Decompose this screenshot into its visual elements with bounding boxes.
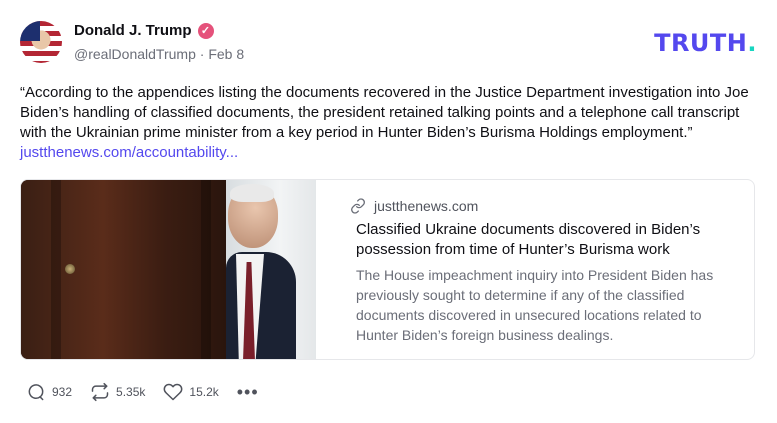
more-options-button[interactable]: ••• [236, 382, 259, 402]
link-description: The House impeachment inquiry into Presi… [356, 267, 714, 343]
link-domain-row: justthenews.com [350, 198, 478, 214]
link-preview-image [21, 180, 316, 359]
more-icon: ••• [236, 382, 259, 402]
verified-badge-icon: ✓ [197, 22, 214, 39]
author-handle[interactable]: @realDonaldTrump [74, 46, 196, 62]
reply-icon [28, 384, 44, 401]
door-graphic [21, 180, 226, 359]
post-text: “According to the appendices listing the… [20, 83, 755, 163]
link-icon [351, 198, 365, 214]
truth-logo: TRUTH. [654, 29, 757, 57]
retruth-button[interactable]: 5.35k [90, 382, 145, 402]
post-body: “According to the appendices listing the… [20, 84, 749, 141]
retruth-icon [91, 382, 109, 402]
like-count: 15.2k [189, 385, 219, 399]
logo-dot: . [747, 29, 757, 57]
author-name[interactable]: Donald J. Trump [74, 22, 192, 39]
heart-icon [163, 383, 183, 401]
meta-separator: · [199, 46, 205, 62]
reply-count: 932 [52, 385, 73, 399]
link-title[interactable]: Classified Ukraine documents discovered … [356, 220, 736, 260]
link-preview-body: justthenews.com Classified Ukraine docum… [336, 180, 754, 359]
retruth-count: 5.35k [116, 385, 146, 399]
post-actions: 932 5.35k 15.2k ••• [26, 382, 259, 402]
link-domain: justthenews.com [374, 198, 479, 214]
reply-button[interactable]: 932 [26, 382, 72, 402]
author-name-row: Donald J. Trump ✓ [74, 22, 214, 39]
logo-text: TRUTH [654, 29, 748, 57]
link-preview-card[interactable]: justthenews.com Classified Ukraine docum… [20, 179, 755, 360]
post-link[interactable]: justthenews.com/accountability... [20, 144, 238, 161]
post-date[interactable]: Feb 8 [208, 46, 244, 62]
avatar[interactable] [20, 21, 62, 63]
like-button[interactable]: 15.2k [163, 382, 219, 402]
author-meta: @realDonaldTrump · Feb 8 [74, 46, 244, 62]
